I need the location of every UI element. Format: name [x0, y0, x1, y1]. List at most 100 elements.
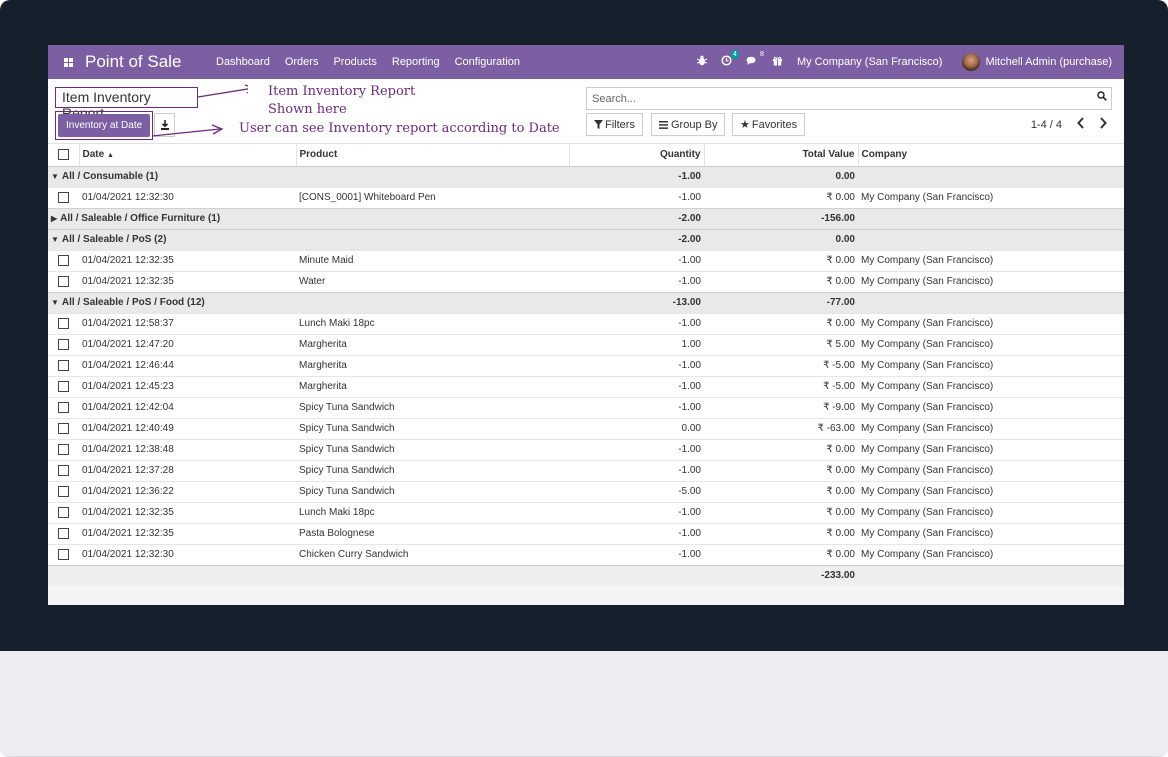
- row-product: Chicken Curry Sandwich: [296, 543, 569, 565]
- row-date: 01/04/2021 12:32:35: [79, 522, 296, 544]
- row-product: Spicy Tuna Sandwich: [296, 459, 569, 481]
- apps-menu-icon[interactable]: [56, 57, 80, 67]
- row-checkbox[interactable]: [58, 527, 69, 539]
- filters-button[interactable]: Filters: [586, 113, 643, 136]
- row-company: My Company (San Francisco): [858, 312, 1124, 334]
- row-checkbox[interactable]: [58, 191, 69, 203]
- row-company: My Company (San Francisco): [858, 522, 1124, 544]
- menu-dashboard[interactable]: Dashboard: [216, 56, 270, 68]
- search-placeholder: Search...: [592, 93, 637, 105]
- bug-icon[interactable]: [696, 55, 708, 69]
- menu-products[interactable]: Products: [333, 56, 376, 68]
- chevron-right-icon[interactable]: [1098, 116, 1108, 130]
- row-checkbox[interactable]: [58, 317, 69, 329]
- table-row[interactable]: 01/04/2021 12:32:35 Lunch Maki 18pc -1.00 ₹…: [48, 501, 1124, 523]
- chevron-left-icon[interactable]: [1076, 116, 1086, 130]
- row-value: ₹ 0.00: [704, 480, 858, 502]
- row-date: 01/04/2021 12:45:23: [79, 375, 296, 397]
- row-checkbox[interactable]: [58, 401, 69, 413]
- group-by-button[interactable]: Group By: [651, 113, 726, 136]
- table-row[interactable]: 01/04/2021 12:47:20 Margherita 1.00 ₹ 5.00 M…: [48, 333, 1124, 355]
- search-icon[interactable]: [1097, 91, 1107, 101]
- row-quantity: -1.00: [569, 312, 704, 334]
- row-checkbox[interactable]: [58, 422, 69, 434]
- row-checkbox[interactable]: [58, 443, 69, 455]
- row-value: ₹ 0.00: [704, 249, 858, 271]
- group-row[interactable]: ▼ All / Saleable / PoS / Food (12) -13.00-…: [48, 291, 1124, 313]
- row-value: ₹ 0.00: [704, 186, 858, 208]
- table-row[interactable]: 01/04/2021 12:36:22 Spicy Tuna Sandwich -5…: [48, 480, 1124, 502]
- annotation-shown-here: Shown here: [268, 102, 347, 117]
- group-label: All / Saleable / Office Furniture (1): [60, 213, 221, 224]
- row-company: My Company (San Francisco): [858, 480, 1124, 502]
- row-value: ₹ -9.00: [704, 396, 858, 418]
- annotation-title: Item Inventory Report: [268, 84, 416, 99]
- caret-down-icon: ▼: [51, 298, 59, 307]
- row-checkbox[interactable]: [58, 548, 69, 560]
- message-count-badge: 8: [760, 51, 764, 58]
- table-row[interactable]: 01/04/2021 12:58:37 Lunch Maki 18pc -1.00 ₹…: [48, 312, 1124, 334]
- row-checkbox[interactable]: [58, 485, 69, 497]
- messages-icon[interactable]: 8: [746, 51, 764, 69]
- caret-right-icon: ▶: [51, 214, 58, 223]
- table-row[interactable]: 01/04/2021 12:32:30 Chicken Curry Sandwic…: [48, 543, 1124, 565]
- company-switcher[interactable]: My Company (San Francisco): [797, 56, 943, 68]
- table-row[interactable]: 01/04/2021 12:32:35 Pasta Bolognese -1.00 ₹…: [48, 522, 1124, 544]
- activity-clock-icon[interactable]: 4: [721, 50, 739, 69]
- group-label: All / Saleable / PoS (2): [61, 234, 167, 245]
- table-footer-row: -233.00: [48, 564, 1124, 586]
- group-row[interactable]: ▼ All / Saleable / PoS (2) -2.00 0.00: [48, 228, 1124, 250]
- row-company: My Company (San Francisco): [858, 417, 1124, 439]
- group-value: 0.00: [704, 165, 858, 187]
- row-product: Pasta Bolognese: [296, 522, 569, 544]
- table-row[interactable]: 01/04/2021 12:45:23 Margherita -1.00 ₹ -5.0…: [48, 375, 1124, 397]
- table-row[interactable]: 01/04/2021 12:32:35 Minute Maid -1.00 ₹ 0.0…: [48, 249, 1124, 271]
- table-row[interactable]: 01/04/2021 12:37:28 Spicy Tuna Sandwich -1…: [48, 459, 1124, 481]
- column-quantity[interactable]: Quantity: [569, 144, 705, 167]
- row-value: ₹ -5.00: [704, 354, 858, 376]
- row-checkbox[interactable]: [58, 380, 69, 392]
- favorites-button[interactable]: ★ Favorites: [732, 113, 806, 136]
- row-checkbox[interactable]: [58, 506, 69, 518]
- group-row[interactable]: ▼ All / Consumable (1) -1.00 0.00: [48, 165, 1124, 187]
- group-label: All / Saleable / PoS / Food (12): [61, 297, 205, 308]
- row-date: 01/04/2021 12:32:30: [79, 543, 296, 565]
- row-checkbox[interactable]: [58, 359, 69, 371]
- row-product: Lunch Maki 18pc: [296, 312, 569, 334]
- pager-value[interactable]: 1-4 / 4: [1031, 119, 1062, 131]
- table-row[interactable]: 01/04/2021 12:40:49 Spicy Tuna Sandwich 0.…: [48, 417, 1124, 439]
- table-row[interactable]: 01/04/2021 12:42:04 Spicy Tuna Sandwich -1…: [48, 396, 1124, 418]
- row-checkbox[interactable]: [58, 338, 69, 350]
- row-value: ₹ 0.00: [704, 522, 858, 544]
- gift-icon[interactable]: [772, 55, 783, 69]
- row-date: 01/04/2021 12:38:48: [79, 438, 296, 460]
- menu-configuration[interactable]: Configuration: [455, 56, 520, 68]
- row-company: My Company (San Francisco): [858, 396, 1124, 418]
- table-row[interactable]: 01/04/2021 12:46:44 Margherita -1.00 ₹ -5.0…: [48, 354, 1124, 376]
- row-checkbox[interactable]: [58, 464, 69, 476]
- row-value: ₹ 0.00: [704, 270, 858, 292]
- row-checkbox[interactable]: [58, 254, 69, 266]
- row-checkbox[interactable]: [58, 275, 69, 287]
- table-row[interactable]: 01/04/2021 12:32:35 Water -1.00 ₹ 0.00 My Co…: [48, 270, 1124, 292]
- menu-reporting[interactable]: Reporting: [392, 56, 440, 68]
- table-row[interactable]: 01/04/2021 12:32:30 [CONS_0001] Whiteboar…: [48, 186, 1124, 208]
- filter-icon: [594, 120, 603, 129]
- column-product[interactable]: Product: [296, 144, 570, 167]
- group-row[interactable]: ▶ All / Saleable / Office Furniture (1) -2…: [48, 207, 1124, 229]
- favorites-label: Favorites: [751, 118, 798, 131]
- menu-orders[interactable]: Orders: [285, 56, 319, 68]
- column-company[interactable]: Company: [858, 144, 1124, 167]
- row-quantity: 1.00: [569, 333, 704, 355]
- user-menu[interactable]: Mitchell Admin (purchase): [985, 56, 1112, 68]
- table-row[interactable]: 01/04/2021 12:38:48 Spicy Tuna Sandwich -1…: [48, 438, 1124, 460]
- column-total-value[interactable]: Total Value: [704, 144, 859, 167]
- search-input[interactable]: Search...: [586, 87, 1112, 110]
- select-all-checkbox[interactable]: [58, 149, 69, 161]
- app-name[interactable]: Point of Sale: [85, 52, 216, 72]
- row-quantity: -1.00: [569, 354, 704, 376]
- user-avatar[interactable]: [962, 53, 981, 71]
- column-date[interactable]: Date ▲: [79, 144, 297, 167]
- row-company: My Company (San Francisco): [858, 333, 1124, 355]
- row-product: Minute Maid: [296, 249, 569, 271]
